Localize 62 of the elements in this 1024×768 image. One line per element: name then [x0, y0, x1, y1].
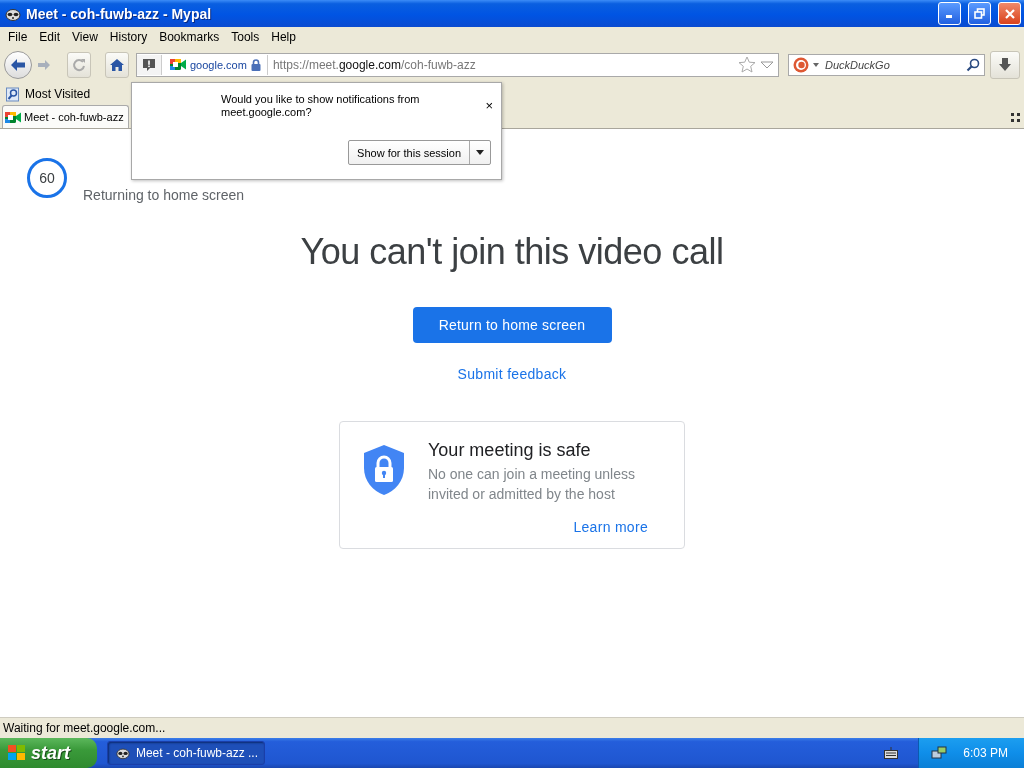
minimize-button[interactable]: [938, 2, 961, 25]
home-button[interactable]: [105, 51, 129, 78]
url-text[interactable]: https://meet.google.com/coh-fuwb-azz: [267, 57, 738, 72]
app-icon: [116, 746, 130, 760]
menu-item[interactable]: Bookmarks: [153, 29, 226, 44]
taskbar-button[interactable]: Meet - coh-fuwb-azz ...: [107, 741, 265, 765]
site-identity[interactable]: google.com: [190, 58, 247, 71]
window-title: Meet - coh-fuwb-azz - Mypal: [26, 5, 213, 22]
search-box[interactable]: DuckDuckGo: [788, 53, 985, 76]
close-icon: [1003, 7, 1016, 20]
back-button[interactable]: [4, 50, 32, 79]
grip-icon[interactable]: [1011, 113, 1020, 122]
status-text: Waiting for meet.google.com...: [3, 721, 166, 735]
menu-item[interactable]: File: [2, 29, 34, 44]
reload-icon: [72, 57, 86, 72]
menu-item[interactable]: View: [66, 29, 104, 44]
keyboard-icon[interactable]: [884, 747, 899, 759]
start-button[interactable]: start: [0, 738, 97, 768]
camera-icon: [5, 110, 21, 124]
browser-tab[interactable]: Meet - coh-fuwb-azz: [2, 105, 129, 128]
countdown-label: Returning to home screen: [83, 187, 245, 203]
duck-icon[interactable]: [793, 56, 809, 73]
clock: 6:03 PM: [963, 746, 1008, 760]
caret-icon: [476, 150, 484, 155]
menu-item[interactable]: Edit: [33, 29, 67, 44]
address-bar[interactable]: google.com https://meet.google.com/coh-fuwb-azz: [136, 52, 779, 77]
bookmark-label[interactable]: Most Visited: [25, 87, 91, 101]
bookmark-item[interactable]: Most Visited: [3, 86, 94, 102]
restore-icon: [974, 8, 985, 19]
search-icon[interactable]: [966, 57, 980, 72]
restore-button[interactable]: [968, 2, 991, 25]
back-arrow-icon: [10, 57, 26, 72]
caret-icon[interactable]: [813, 62, 819, 67]
countdown-circle: 60: [27, 158, 67, 198]
card-title: Your meeting is safe: [428, 440, 592, 461]
card-text: No one can join a meeting unless invited or admitted by the host: [428, 465, 637, 504]
notification-message: Would you like to show notifications from meet.google.com?: [221, 93, 421, 119]
menu-item[interactable]: Help: [265, 29, 302, 44]
folder-search-icon: [6, 86, 20, 102]
return-home-button[interactable]: Return to home screen: [412, 307, 612, 343]
app-icon: [5, 6, 21, 21]
download-button[interactable]: [990, 50, 1020, 79]
camera-icon: [170, 58, 186, 71]
learn-more-link[interactable]: Learn more: [573, 519, 648, 535]
speech-bubble-icon: [142, 57, 156, 72]
close-button[interactable]: ×: [485, 93, 493, 119]
search-field[interactable]: DuckDuckGo: [823, 57, 962, 72]
menu-item[interactable]: History: [103, 29, 154, 44]
lock-icon: [250, 58, 261, 71]
shield-lock-icon: [363, 444, 405, 496]
network-icon[interactable]: [931, 745, 948, 761]
close-button[interactable]: [998, 2, 1021, 25]
dropdown-arrow-icon[interactable]: [760, 60, 774, 69]
forward-arrow-icon: [37, 58, 51, 71]
star-icon[interactable]: [738, 56, 756, 73]
windows-flag-icon: [8, 745, 26, 761]
page-heading: You can't join this video call: [300, 231, 724, 273]
download-arrow-icon: [998, 57, 1012, 72]
home-icon: [109, 57, 125, 72]
menu-item[interactable]: Tools: [225, 29, 266, 44]
notification-permission-button[interactable]: [137, 54, 162, 75]
feedback-link[interactable]: Submit feedback: [457, 366, 567, 382]
